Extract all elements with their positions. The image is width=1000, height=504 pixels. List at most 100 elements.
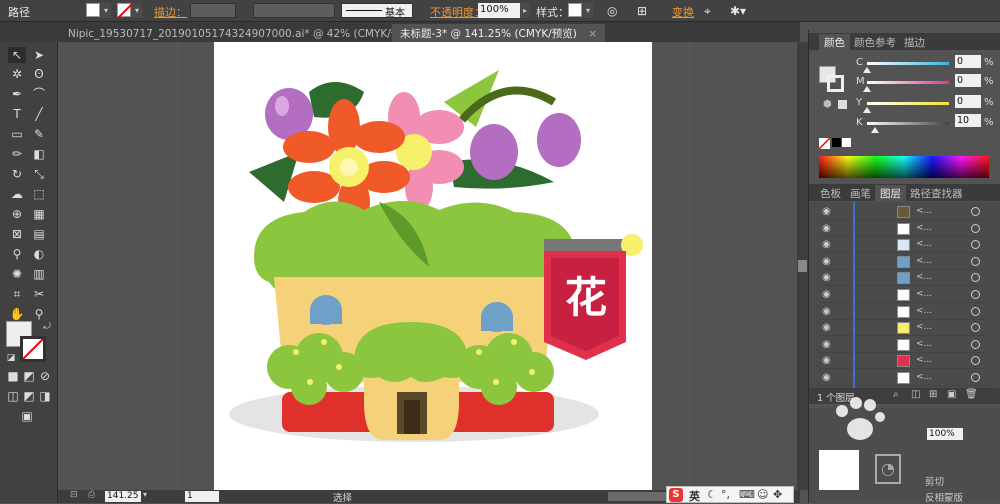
fill-swatch[interactable] xyxy=(86,3,100,17)
target-circle-icon[interactable] xyxy=(971,323,980,333)
transparency-thumbnail[interactable] xyxy=(819,450,859,490)
fill-dropdown-icon[interactable]: ▾ xyxy=(101,3,111,18)
graphic-style-swatch[interactable] xyxy=(568,3,582,17)
options-menu-icon[interactable]: ✱▾ xyxy=(730,4,746,18)
layer-row[interactable]: ◉ <... xyxy=(819,270,987,287)
hand-tool-icon[interactable]: ✋ xyxy=(8,306,26,322)
column-graph-tool-icon[interactable]: ▥ xyxy=(30,266,48,282)
target-circle-icon[interactable] xyxy=(971,273,980,283)
artboard-tool-icon[interactable]: ⌗ xyxy=(8,286,26,302)
style-dropdown-icon[interactable]: ▾ xyxy=(583,3,593,18)
layer-row[interactable]: ◉ <... xyxy=(819,304,987,320)
target-circle-icon[interactable] xyxy=(971,373,980,382)
recolor-icon[interactable]: ◎ xyxy=(607,4,617,18)
layer-row[interactable]: ◉ <... xyxy=(819,320,987,337)
variable-width-dropdown[interactable] xyxy=(253,3,335,18)
sogou-logo-icon[interactable]: S xyxy=(669,488,683,502)
warp-tool-icon[interactable]: ☁ xyxy=(8,186,26,202)
gradient-tool-icon[interactable]: ▤ xyxy=(30,226,48,242)
layer-row[interactable]: ◉ <... xyxy=(819,254,987,270)
target-circle-icon[interactable] xyxy=(971,256,980,266)
artboard-nav-icon[interactable]: ⊟ xyxy=(70,490,78,500)
magenta-slider[interactable] xyxy=(867,81,949,84)
out-of-gamut-icon[interactable]: ⬢ xyxy=(823,99,832,110)
layer-row[interactable]: ◉ <... xyxy=(819,221,987,237)
punctuation-icon[interactable]: °, xyxy=(721,488,730,501)
make-mask-icon[interactable]: ◔ xyxy=(875,454,901,484)
white-color-swatch[interactable] xyxy=(842,138,851,147)
layer-row[interactable]: ◉ <... xyxy=(819,237,987,254)
tab-nipic[interactable]: Nipic_19530717_20190105174324907000.ai* … xyxy=(60,24,444,42)
layer-row[interactable]: ◉ <... xyxy=(819,204,987,220)
tab-stroke[interactable]: 描边 xyxy=(899,34,930,50)
layer-row[interactable]: ◉ <... xyxy=(819,337,987,353)
horizontal-scrollbar-thumb[interactable] xyxy=(608,492,668,501)
perspective-grid-tool-icon[interactable]: ▦ xyxy=(30,206,48,222)
close-icon[interactable]: × xyxy=(588,28,597,40)
visibility-eye-icon[interactable]: ◉ xyxy=(822,272,834,284)
clip-checkbox-label[interactable]: 剪切 xyxy=(925,474,944,488)
locate-object-icon[interactable]: ⌕ xyxy=(893,389,899,400)
yellow-slider[interactable] xyxy=(867,102,949,105)
layer-row[interactable]: ◉ <... xyxy=(819,370,987,386)
paintbrush-tool-icon[interactable]: ✎ xyxy=(30,126,48,142)
black-value[interactable]: 10 xyxy=(955,114,981,127)
stroke-swatch[interactable] xyxy=(117,3,133,19)
tab-swatches[interactable]: 色板 xyxy=(815,185,846,201)
draw-inside-icon[interactable]: ◨ xyxy=(36,388,54,404)
stroke-dropdown-icon[interactable]: ▾ xyxy=(132,3,142,18)
eyedropper-tool-icon[interactable]: ⚲ xyxy=(8,246,26,262)
visibility-eye-icon[interactable]: ◉ xyxy=(822,339,834,351)
tab-layers[interactable]: 图层 xyxy=(875,185,906,201)
ime-language[interactable]: 英 xyxy=(689,488,700,504)
line-tool-icon[interactable]: ╱ xyxy=(30,106,48,122)
magenta-slider-knob[interactable] xyxy=(863,86,871,92)
screen-mode-icon[interactable]: ▣ xyxy=(18,408,36,424)
none-mode-icon[interactable]: ⊘ xyxy=(36,368,54,384)
web-safe-swatch[interactable] xyxy=(838,100,847,109)
target-circle-icon[interactable] xyxy=(971,356,980,366)
layers-list[interactable]: ◉ <... ◉ <... ◉ <... ◉ <... ◉ <... ◉ <... ◉ <... ◉ <...… xyxy=(809,202,1000,388)
artboard[interactable]: 花 xyxy=(214,42,652,495)
brush-dropdown[interactable]: 基本 xyxy=(341,3,413,19)
opacity-arrow-icon[interactable]: ▸ xyxy=(520,3,530,18)
zoom-field[interactable]: 141.25 xyxy=(105,491,141,502)
layer-row[interactable]: ◉ <... xyxy=(819,353,987,370)
stroke-link[interactable]: 描边： xyxy=(154,4,187,20)
color-spectrum[interactable] xyxy=(819,156,989,178)
visibility-eye-icon[interactable]: ◉ xyxy=(822,355,834,367)
direct-selection-tool-icon[interactable]: ➤ xyxy=(30,47,48,63)
free-transform-tool-icon[interactable]: ⬚ xyxy=(30,186,48,202)
tab-brushes[interactable]: 画笔 xyxy=(845,185,876,201)
align-icon[interactable]: ⊞ xyxy=(637,4,647,18)
visibility-eye-icon[interactable]: ◉ xyxy=(822,322,834,334)
slice-tool-icon[interactable]: ✂ xyxy=(30,286,48,302)
visibility-eye-icon[interactable]: ◉ xyxy=(822,306,834,318)
tools-icon[interactable]: ✥ xyxy=(773,488,782,501)
stroke-weight-field[interactable] xyxy=(190,3,236,18)
curvature-tool-icon[interactable]: ⌒ xyxy=(30,86,48,102)
target-circle-icon[interactable] xyxy=(971,223,980,233)
tab-color-guide[interactable]: 颜色参考 xyxy=(849,34,901,50)
visibility-eye-icon[interactable]: ◉ xyxy=(822,289,834,301)
selection-tool-icon[interactable]: ↖ xyxy=(8,47,26,63)
visibility-eye-icon[interactable]: ◉ xyxy=(822,223,834,235)
magic-wand-tool-icon[interactable]: ✲ xyxy=(8,66,26,82)
magenta-value[interactable]: 0 xyxy=(955,74,981,87)
stroke-color-box[interactable] xyxy=(20,336,46,362)
target-circle-icon[interactable] xyxy=(971,290,980,299)
yellow-slider-knob[interactable] xyxy=(863,107,871,113)
shape-builder-tool-icon[interactable]: ⊕ xyxy=(8,206,26,222)
tab-color[interactable]: 颜色 xyxy=(819,34,850,50)
rectangle-tool-icon[interactable]: ▭ xyxy=(8,126,26,142)
export-icon[interactable]: ⎙ xyxy=(88,490,95,500)
invert-mask-checkbox-label[interactable]: 反相蒙版 xyxy=(925,490,963,504)
target-circle-icon[interactable] xyxy=(971,339,980,349)
transparency-opacity-field[interactable]: 100% xyxy=(927,428,963,440)
swap-colors-icon[interactable]: ⤾ xyxy=(38,319,56,335)
opacity-field[interactable]: 100% xyxy=(478,3,520,18)
zoom-dropdown-icon[interactable]: ▾ xyxy=(143,490,147,499)
transform-link[interactable]: 变换 xyxy=(672,4,694,20)
cyan-slider[interactable] xyxy=(867,62,949,65)
none-color-swatch[interactable] xyxy=(818,137,831,150)
